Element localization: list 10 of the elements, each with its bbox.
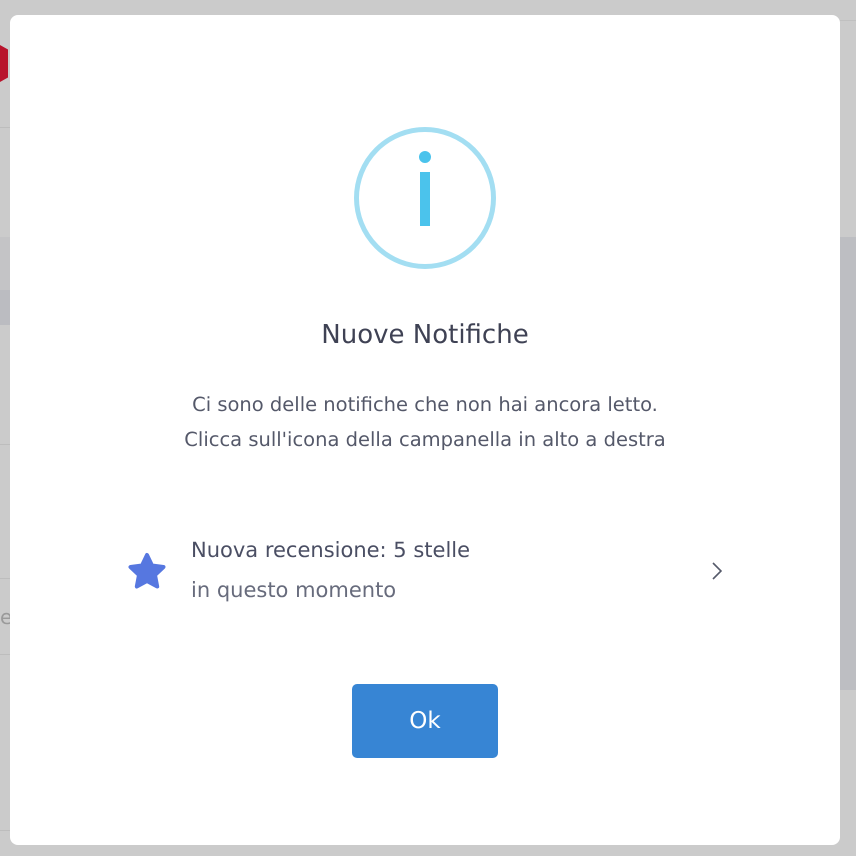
notification-time: in questo momento (191, 577, 398, 604)
dialog-title: Nuove Notifiche (321, 319, 529, 351)
message-text: Clicca sull'icona della campanella in alto a destra (184, 427, 666, 453)
chevron-right-icon[interactable] (712, 562, 722, 580)
info-icon (354, 127, 496, 269)
notification-title: Nuova recensione: 5 stelle (191, 537, 472, 564)
star-icon (127, 552, 167, 590)
ok-button[interactable]: Ok (352, 684, 498, 758)
ribbon-marker (0, 45, 8, 82)
message-text: Ci sono delle notifiche che non hai ancora letto. (192, 392, 658, 418)
